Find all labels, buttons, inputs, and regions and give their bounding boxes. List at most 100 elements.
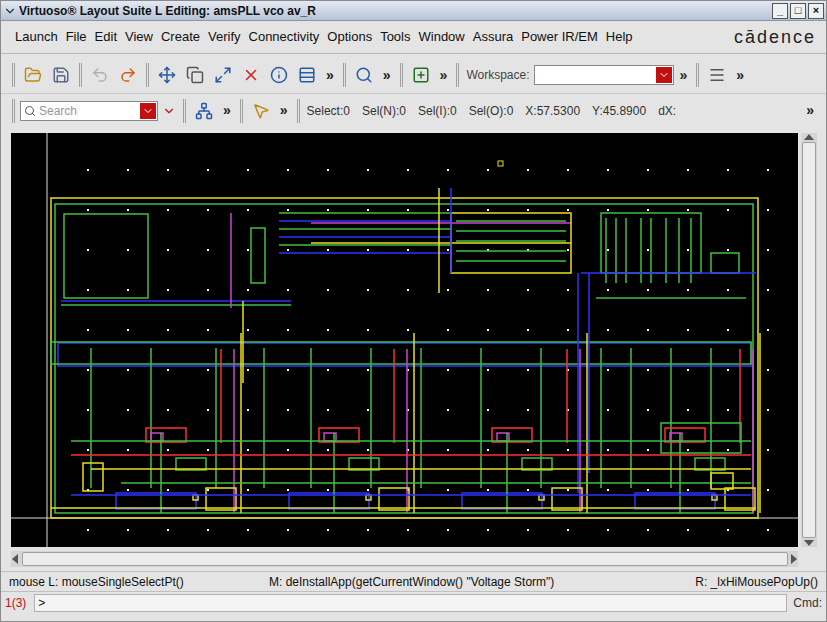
toolbar-overflow[interactable]: »: [276, 100, 292, 121]
workspace-label: Workspace:: [464, 66, 531, 84]
hierarchy-icon: [195, 102, 213, 120]
menu-item[interactable]: Options: [323, 27, 376, 47]
zoom-icon: [355, 66, 373, 84]
window-title: Virtuoso® Layout Suite L Editing: amsPLL…: [19, 2, 772, 20]
mouse-left-binding: mouse L: mouseSingleSelectPt(): [9, 573, 269, 591]
menu-item[interactable]: Launch: [11, 27, 62, 47]
window-control-button[interactable]: _: [772, 3, 788, 19]
align-button[interactable]: [294, 62, 320, 88]
undo-button[interactable]: [87, 62, 113, 88]
stretch-button[interactable]: [210, 62, 236, 88]
undo-icon: [91, 66, 109, 84]
window-control-button[interactable]: □: [790, 3, 806, 19]
select-button[interactable]: [248, 98, 274, 124]
menu-item[interactable]: Tools: [376, 27, 414, 47]
move-button[interactable]: [154, 62, 180, 88]
toolbar-grip[interactable]: [79, 63, 82, 87]
properties-button[interactable]: [266, 62, 292, 88]
toolbar-grip[interactable]: [146, 63, 149, 87]
hierarchy-button[interactable]: [191, 98, 217, 124]
toolbar-grip[interactable]: [343, 63, 346, 87]
cadence-logo: cādence: [734, 24, 816, 51]
select-icon: [252, 102, 270, 120]
status-field: Y:45.8900: [592, 102, 646, 120]
delete-button[interactable]: [238, 62, 264, 88]
stretch-icon: [214, 66, 232, 84]
menu-item[interactable]: Verify: [204, 27, 245, 47]
toolbar-overflow[interactable]: »: [676, 65, 692, 86]
toolbar-grip[interactable]: [400, 63, 403, 87]
dropdown-arrow-icon: [658, 69, 670, 81]
create-icon: [412, 66, 430, 84]
toolbar-secondary: Search » » Select:0 Sel(N):0 Sel(I):0 Sel(O):0…: [1, 93, 826, 127]
align-icon: [298, 66, 316, 84]
status-field: Select:0: [307, 102, 350, 120]
toolbar-overflow[interactable]: »: [322, 65, 338, 86]
create-button[interactable]: [408, 62, 434, 88]
toolbar: » » » Workspace: » »: [1, 57, 826, 93]
save-button[interactable]: [48, 62, 74, 88]
virtuoso-window: Virtuoso® Layout Suite L Editing: amsPLL…: [0, 0, 827, 622]
open-icon: [24, 66, 42, 84]
status-field: Sel(N):0: [362, 102, 406, 120]
status-field: Sel(I):0: [418, 102, 457, 120]
menu-item[interactable]: Edit: [91, 27, 121, 47]
layout-canvas-drawing[interactable]: [11, 133, 798, 547]
status-field: dX:: [658, 102, 676, 120]
delete-icon: [242, 66, 260, 84]
window-menu-icon[interactable]: [3, 4, 17, 18]
menu-button[interactable]: [704, 62, 730, 88]
command-count: 1(3): [5, 594, 34, 612]
command-label: Cmd:: [787, 594, 822, 612]
menu-item[interactable]: Create: [157, 27, 204, 47]
toolbar-grip[interactable]: [456, 63, 459, 87]
toolbar-grip[interactable]: [297, 99, 300, 123]
search-menu-icon[interactable]: [162, 104, 176, 118]
toolbar-overflow[interactable]: »: [219, 100, 235, 121]
dropdown-arrow-icon: [142, 105, 154, 117]
menu-item[interactable]: Window: [415, 27, 469, 47]
properties-icon: [270, 66, 288, 84]
menu-item[interactable]: Power IR/EM: [517, 27, 602, 47]
layout-canvas[interactable]: [11, 133, 798, 547]
menu-item[interactable]: File: [62, 27, 91, 47]
menu-bar: LaunchFileEditViewCreateVerifyConnectivi…: [1, 21, 826, 53]
toolbar-grip[interactable]: [12, 63, 15, 87]
window-control-button[interactable]: ×: [808, 3, 824, 19]
zoom-button[interactable]: [351, 62, 377, 88]
search-field[interactable]: Search: [20, 101, 158, 121]
copy-icon: [186, 66, 204, 84]
vertical-scrollbar[interactable]: [801, 133, 817, 547]
move-icon: [158, 66, 176, 84]
toolbar-overflow[interactable]: »: [732, 65, 748, 86]
redo-button[interactable]: [115, 62, 141, 88]
copy-button[interactable]: [182, 62, 208, 88]
command-line: 1(3)>Cmd:: [1, 591, 826, 613]
mouse-middle-binding: M: deInstallApp(getCurrentWindow() "Volt…: [269, 573, 695, 591]
toolbar-overflow[interactable]: »: [436, 65, 452, 86]
command-input[interactable]: >: [34, 594, 787, 612]
menu-item[interactable]: Assura: [469, 27, 517, 47]
toolbar-overflow[interactable]: »: [379, 65, 395, 86]
search-icon: [24, 105, 36, 117]
toolbar-grip[interactable]: [12, 99, 15, 123]
menu-item[interactable]: Connectivity: [245, 27, 324, 47]
save-icon: [52, 66, 70, 84]
toolbar-overflow[interactable]: »: [802, 100, 818, 121]
toolbar-grip[interactable]: [696, 63, 699, 87]
open-button[interactable]: [20, 62, 46, 88]
redo-icon: [119, 66, 137, 84]
workspace-dropdown[interactable]: [534, 65, 674, 85]
toolbar-grip[interactable]: [240, 99, 243, 123]
mouse-right-binding: R: _lxHiMousePopUp(): [695, 573, 818, 591]
grid-dots: [87, 169, 769, 531]
menu-icon: [708, 66, 726, 84]
title-bar: Virtuoso® Layout Suite L Editing: amsPLL…: [1, 1, 826, 21]
toolbar-grip[interactable]: [183, 99, 186, 123]
menu-item[interactable]: View: [121, 27, 157, 47]
horizontal-scrollbar[interactable]: [11, 551, 798, 567]
menu-item[interactable]: Help: [602, 27, 637, 47]
status-field: X:57.5300: [525, 102, 580, 120]
status-field: Sel(O):0: [469, 102, 514, 120]
mouse-status-bar: mouse L: mouseSingleSelectPt()M: deInsta…: [1, 571, 826, 591]
